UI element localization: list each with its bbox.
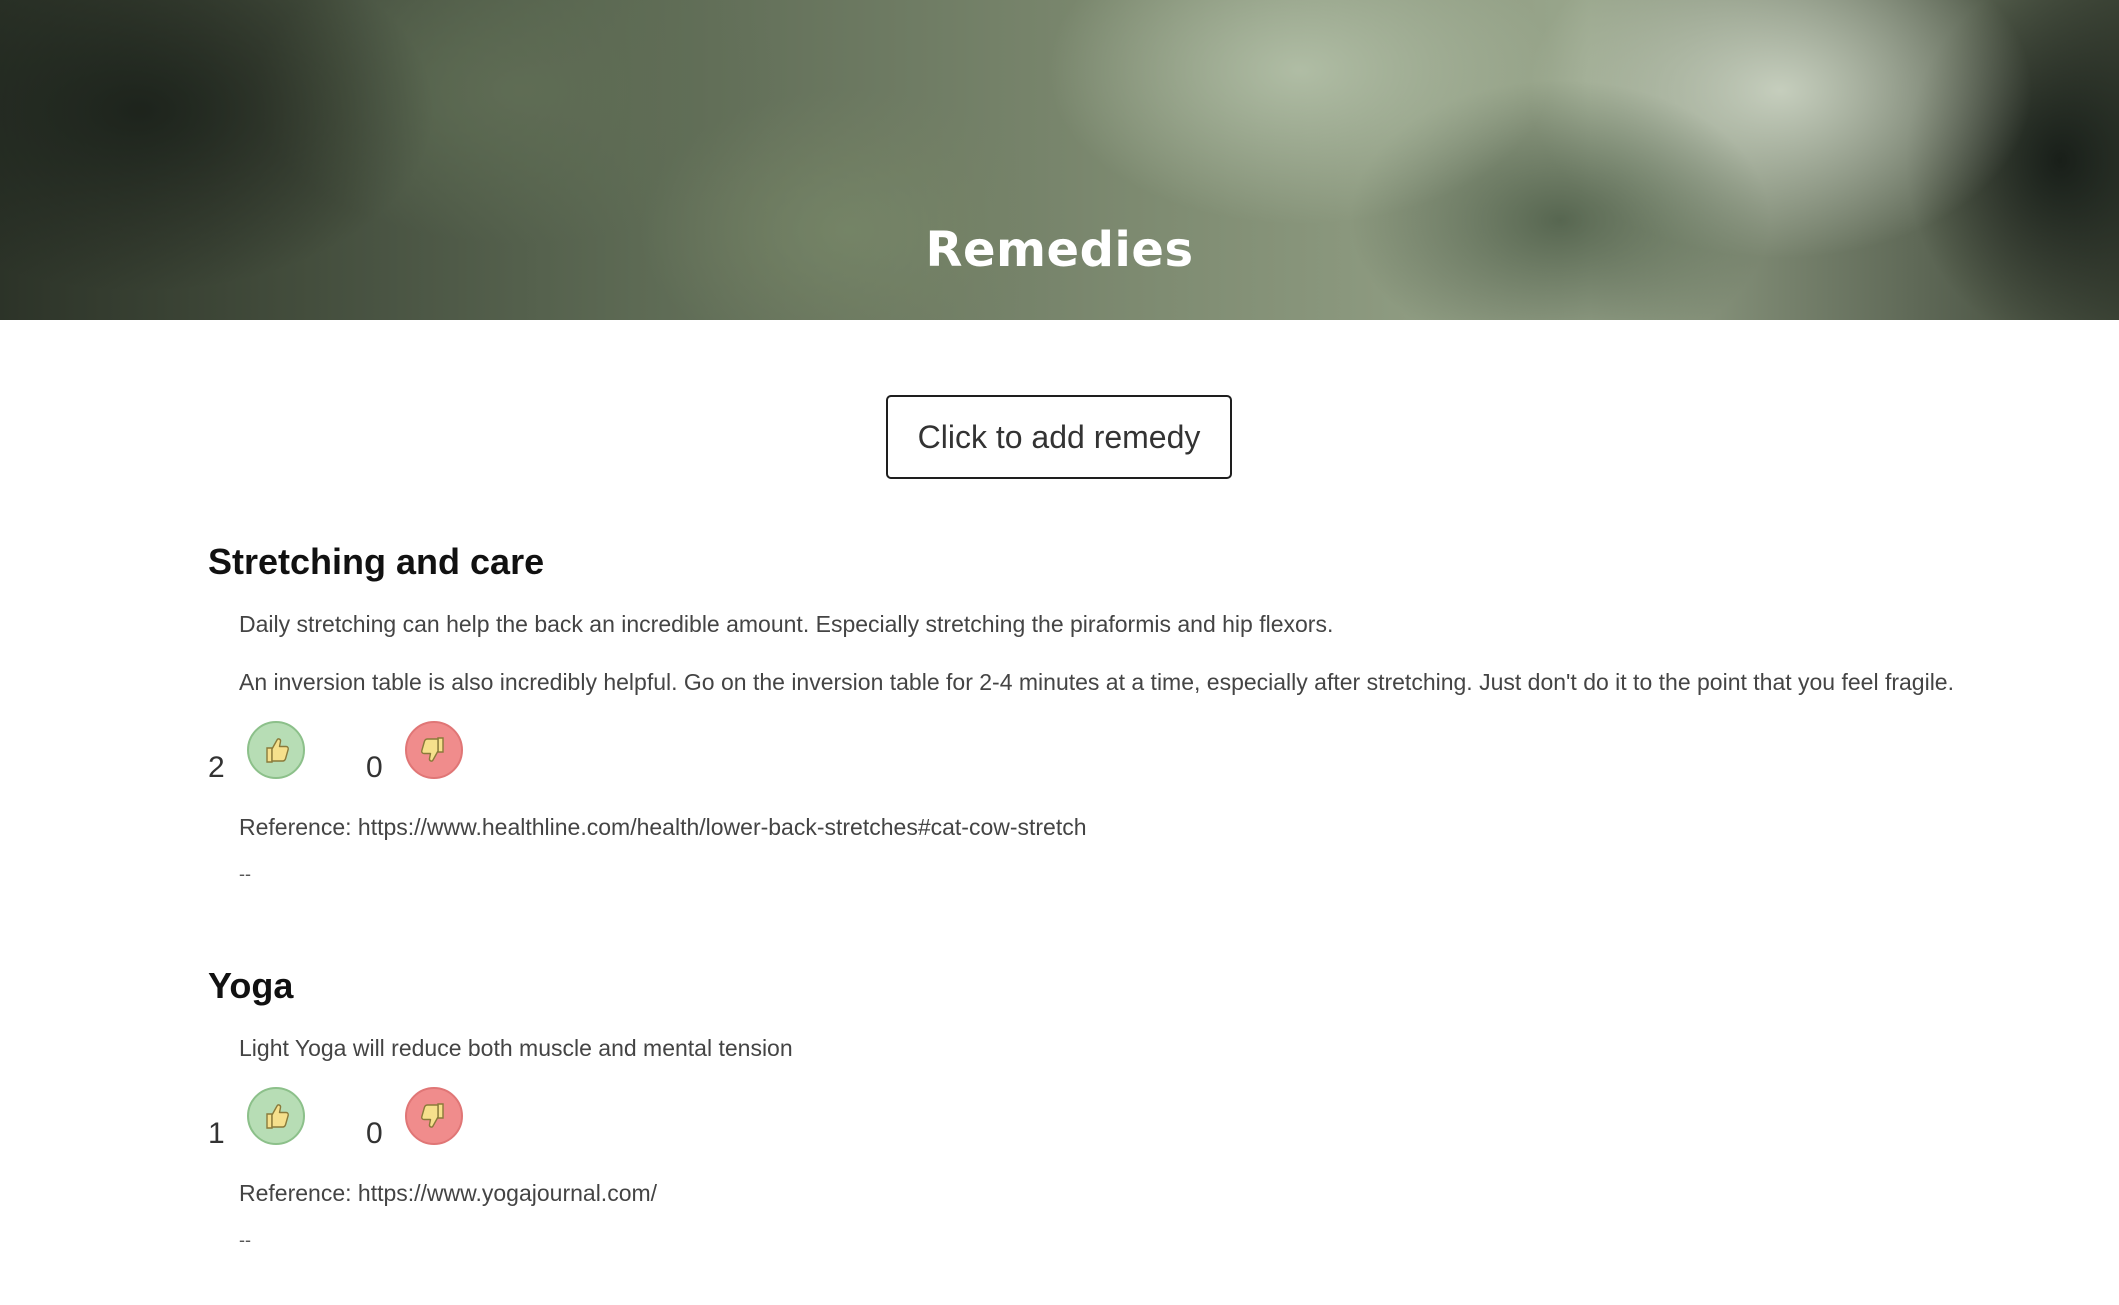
remedy-title: Yoga	[208, 965, 294, 1006]
remedy-reference: Reference: https://www.healthline.com/he…	[239, 814, 1087, 840]
vote-bar: 1 0	[208, 1087, 2058, 1162]
upvote-button[interactable]	[247, 1087, 305, 1145]
remedy-description: Light Yoga will reduce both muscle and m…	[239, 1035, 793, 1061]
vote-bar: 2 0	[208, 721, 2058, 796]
remedy-separator: --	[239, 864, 251, 884]
remedy-card: Stretching and care Daily stretching can…	[208, 537, 2058, 886]
remedy-description: An inversion table is also incredibly he…	[239, 669, 1954, 695]
upvote-button[interactable]	[247, 721, 305, 779]
upvote-count: 2	[208, 751, 225, 784]
thumbs-down-icon	[421, 737, 444, 762]
downvote-button[interactable]	[405, 1087, 463, 1145]
downvote-button[interactable]	[405, 721, 463, 779]
hero-banner: Remedies	[0, 0, 2119, 320]
remedy-card: Yoga Light Yoga will reduce both muscle …	[208, 961, 2058, 1252]
remedy-description: Daily stretching can help the back an in…	[239, 611, 1334, 637]
upvote-count: 1	[208, 1117, 225, 1150]
remedy-separator: --	[239, 1230, 251, 1250]
thumbs-up-icon	[266, 1104, 289, 1129]
add-remedy-button[interactable]: Click to add remedy	[886, 395, 1232, 479]
remedy-title: Stretching and care	[208, 541, 545, 582]
thumbs-up-icon	[266, 738, 289, 763]
remedy-reference: Reference: https://www.yogajournal.com/	[239, 1180, 658, 1206]
page-title: Remedies	[925, 222, 1194, 279]
downvote-count: 0	[366, 751, 383, 784]
thumbs-down-icon	[421, 1103, 444, 1128]
downvote-count: 0	[366, 1117, 383, 1150]
